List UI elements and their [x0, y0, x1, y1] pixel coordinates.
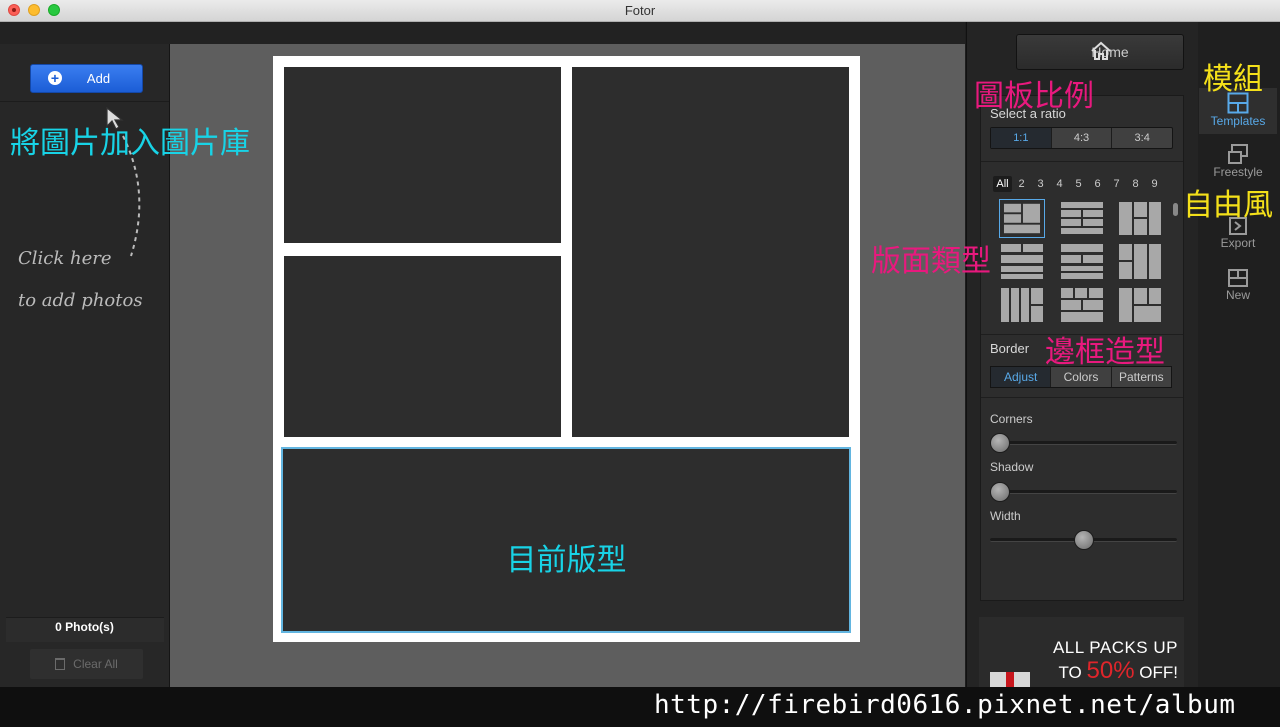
watermark-url: http://firebird0616.pixnet.net/album	[654, 690, 1236, 720]
width-label: Width	[990, 509, 1021, 523]
annotation-templates: 模組	[1203, 63, 1263, 96]
count-filter-3[interactable]: 3	[1031, 176, 1050, 192]
annotation-layout-type: 版面類型	[871, 245, 991, 278]
count-filter-5[interactable]: 5	[1069, 176, 1088, 192]
ratio-option-1-1[interactable]: 1:1	[991, 128, 1052, 148]
layout-list-scrollbar[interactable]	[1173, 203, 1178, 216]
top-strip	[0, 22, 965, 45]
promo-line1: ALL PACKS UP	[1052, 638, 1178, 657]
annotation-add-photos: 將圖片加入圖片庫	[10, 127, 250, 160]
clear-all-label: Clear All	[73, 657, 118, 671]
collage-cell[interactable]	[284, 256, 561, 437]
new-label: New	[1225, 288, 1250, 302]
annotation-current-layout: 目前版型	[506, 544, 627, 577]
new-collage-icon	[1228, 269, 1248, 287]
click-hint-line1: Click here	[18, 248, 112, 269]
annotation-freestyle: 自由風	[1183, 189, 1273, 222]
width-slider-knob[interactable]	[1074, 530, 1094, 550]
count-filter-4[interactable]: 4	[1050, 176, 1069, 192]
shadow-slider-knob[interactable]	[990, 482, 1010, 502]
layout-thumbnail[interactable]	[1117, 242, 1163, 281]
add-button-label: Add	[86, 71, 111, 86]
trash-icon	[55, 658, 66, 670]
corners-slider-knob[interactable]	[990, 433, 1010, 453]
layout-thumbnail-selected[interactable]	[999, 199, 1045, 238]
collage-cell[interactable]	[572, 67, 849, 437]
ratio-option-4-3[interactable]: 4:3	[1052, 128, 1113, 148]
freestyle-label: Freestyle	[1213, 165, 1263, 179]
divider	[981, 161, 1183, 162]
layout-thumbnail[interactable]	[999, 242, 1045, 281]
ratio-option-3-4[interactable]: 3:4	[1112, 128, 1172, 148]
promo-percent: 50%	[1086, 657, 1135, 684]
divider	[981, 397, 1183, 398]
layout-thumbnail[interactable]	[1117, 285, 1163, 324]
border-label: Border	[990, 341, 1030, 356]
count-filter-9[interactable]: 9	[1145, 176, 1164, 192]
shadow-label: Shadow	[990, 460, 1034, 474]
annotation-ratio: 圖板比例	[974, 80, 1094, 113]
tab-adjust[interactable]: Adjust	[991, 367, 1052, 387]
count-filter-2[interactable]: 2	[1012, 176, 1031, 192]
count-filter-all[interactable]: All	[993, 176, 1012, 192]
templates-label: Templates	[1210, 114, 1266, 128]
title-bar: Fotor	[0, 0, 1280, 22]
photo-count: 0 Photo(s)	[55, 620, 114, 634]
corners-slider-track[interactable]	[990, 441, 1177, 445]
annotation-border-style: 邊框造型	[1045, 336, 1165, 369]
new-tool[interactable]: New	[1199, 268, 1277, 308]
promo-line2: TO 50% OFF!	[1040, 657, 1178, 685]
promo-line2-prefix: TO	[1058, 663, 1082, 682]
ratio-selector: 1:1 4:3 3:4	[990, 127, 1173, 149]
layout-thumbnail[interactable]	[1059, 199, 1105, 238]
clear-all-button[interactable]: Clear All	[30, 649, 143, 679]
promo-line2-suffix: OFF!	[1139, 663, 1178, 682]
collage-cell[interactable]	[284, 67, 561, 243]
plus-circle-icon: +	[48, 71, 62, 85]
layout-thumbnail[interactable]	[1117, 199, 1163, 238]
shadow-slider-track[interactable]	[990, 490, 1177, 494]
home-icon	[1091, 41, 1111, 60]
click-hint-line2: to add photos	[18, 290, 143, 311]
divider	[0, 101, 169, 102]
count-filter-6[interactable]: 6	[1088, 176, 1107, 192]
add-photos-button[interactable]: + Add	[30, 64, 143, 93]
freestyle-tool[interactable]: Freestyle	[1199, 143, 1277, 185]
corners-label: Corners	[990, 412, 1033, 426]
export-label: Export	[1220, 236, 1256, 250]
count-filter-7[interactable]: 7	[1107, 176, 1126, 192]
count-filter-8[interactable]: 8	[1126, 176, 1145, 192]
layout-thumbnail[interactable]	[999, 285, 1045, 324]
layout-thumbnail[interactable]	[1059, 285, 1105, 324]
photo-count-filter: All 2 3 4 5 6 7 8 9	[993, 176, 1164, 192]
window-title: Fotor	[624, 3, 656, 18]
freestyle-icon	[1228, 144, 1248, 164]
layout-thumbnail[interactable]	[1059, 242, 1105, 281]
